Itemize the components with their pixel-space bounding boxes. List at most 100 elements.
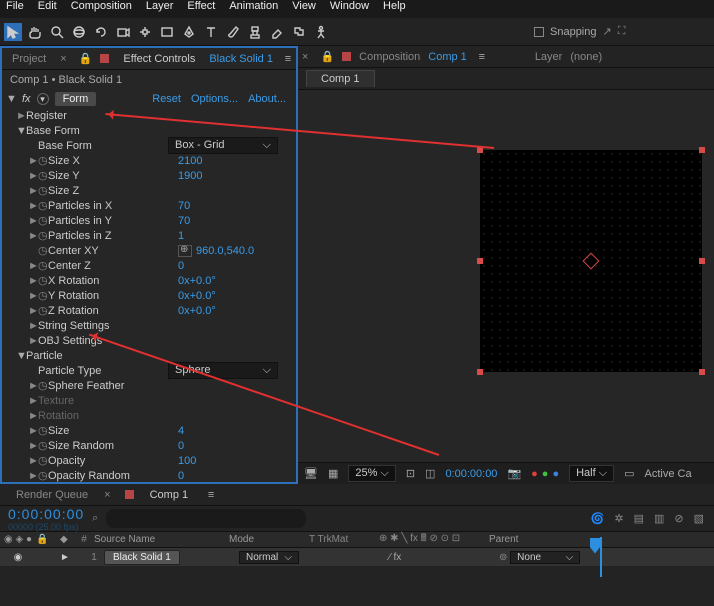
graph-editor-icon[interactable]: ▧ bbox=[694, 512, 704, 525]
close-icon[interactable]: × bbox=[60, 53, 66, 65]
col-num[interactable]: # bbox=[74, 534, 94, 545]
effect-target-link[interactable]: Black Solid 1 bbox=[209, 53, 273, 65]
expand-icon[interactable]: ► bbox=[28, 215, 38, 227]
panel-menu-icon[interactable]: ≡ bbox=[204, 489, 218, 501]
layer-name[interactable]: Black Solid 1 bbox=[104, 550, 180, 565]
base-form-dropdown[interactable]: Box - Grid⌵ bbox=[168, 137, 278, 154]
val-yrot-b[interactable]: +0.0° bbox=[190, 290, 216, 302]
menu-window[interactable]: Window bbox=[330, 0, 369, 18]
expand-icon[interactable]: ► bbox=[28, 155, 38, 167]
expand-icon[interactable]: ▼ bbox=[16, 350, 26, 362]
col-mode[interactable]: Mode bbox=[229, 534, 309, 545]
frame-blend-icon[interactable]: ▥ bbox=[654, 512, 664, 525]
stopwatch-icon[interactable]: ◷ bbox=[38, 379, 48, 392]
orbit-tool[interactable] bbox=[70, 23, 88, 41]
expand-icon[interactable]: ► bbox=[28, 440, 38, 452]
expand-icon[interactable]: ► bbox=[28, 230, 38, 242]
snap-opt-icon[interactable]: ↗ bbox=[603, 25, 612, 38]
effect-toggle-icon[interactable]: ▼ bbox=[6, 93, 16, 105]
stopwatch-icon[interactable]: ◷ bbox=[38, 454, 48, 467]
stopwatch-icon[interactable]: ◷ bbox=[38, 184, 48, 197]
current-timecode[interactable]: 0:00:00:00 bbox=[8, 506, 84, 522]
reset-link[interactable]: Reset bbox=[152, 93, 181, 105]
stopwatch-icon[interactable]: ◷ bbox=[38, 244, 48, 257]
menu-animation[interactable]: Animation bbox=[229, 0, 278, 18]
draft3d-icon[interactable]: ✲ bbox=[614, 512, 623, 525]
val-py[interactable]: 70 bbox=[178, 215, 190, 227]
group-string-settings[interactable]: String Settings bbox=[38, 320, 168, 332]
snapshot-icon[interactable]: 📷 bbox=[507, 467, 521, 480]
menu-view[interactable]: View bbox=[292, 0, 316, 18]
val-center-xy[interactable]: 960.0,540.0 bbox=[196, 245, 254, 257]
region-icon[interactable]: ▭ bbox=[624, 467, 634, 480]
puppet-tool[interactable] bbox=[312, 23, 330, 41]
col-trkmat[interactable]: T TrkMat bbox=[309, 534, 379, 545]
close-icon[interactable]: × bbox=[302, 51, 308, 63]
expand-icon[interactable]: ► bbox=[28, 455, 38, 467]
particle-type-dropdown[interactable]: Sphere⌵ bbox=[168, 362, 278, 379]
selection-tool[interactable] bbox=[4, 23, 22, 41]
panel-menu-icon[interactable]: ≡ bbox=[475, 51, 489, 63]
stopwatch-icon[interactable]: ◷ bbox=[38, 169, 48, 182]
menu-layer[interactable]: Layer bbox=[146, 0, 174, 18]
roto-tool[interactable] bbox=[290, 23, 308, 41]
safe-zone-icon[interactable]: ⊡ bbox=[406, 467, 415, 480]
val-psizer[interactable]: 0 bbox=[178, 440, 184, 452]
comp-subtab[interactable]: Comp 1 bbox=[306, 70, 375, 87]
motion-blur-icon[interactable]: ⊘ bbox=[674, 512, 683, 525]
expand-icon[interactable]: ► bbox=[16, 110, 26, 122]
snapping-checkbox[interactable] bbox=[534, 27, 544, 37]
menu-composition[interactable]: Composition bbox=[71, 0, 132, 18]
camera-tool[interactable] bbox=[114, 23, 132, 41]
val-pz[interactable]: 1 bbox=[178, 230, 184, 242]
val-psize[interactable]: 4 bbox=[178, 425, 184, 437]
lock-icon[interactable]: 🔒 bbox=[79, 52, 93, 65]
shy-icon[interactable]: ▤ bbox=[634, 512, 644, 525]
stopwatch-icon[interactable]: ◷ bbox=[38, 199, 48, 212]
anchor-tool[interactable] bbox=[136, 23, 154, 41]
col-source[interactable]: Source Name bbox=[94, 534, 229, 545]
val-center-z[interactable]: 0 bbox=[178, 260, 184, 272]
expand-icon[interactable]: ► bbox=[28, 185, 38, 197]
resolution-dropdown[interactable]: Half ⌵ bbox=[569, 465, 614, 482]
panel-menu-icon[interactable]: ≡ bbox=[281, 53, 295, 65]
group-base-form[interactable]: Base Form bbox=[26, 125, 156, 137]
timeline-layer-row[interactable]: ◉ ► 1 Black Solid 1 Normal⌵ ⁄ fx ⊚ None⌵ bbox=[0, 548, 714, 566]
menu-effect[interactable]: Effect bbox=[187, 0, 215, 18]
playhead-line[interactable] bbox=[600, 537, 602, 577]
lock-icon[interactable]: 🔒 bbox=[320, 50, 334, 63]
eraser-tool[interactable] bbox=[268, 23, 286, 41]
effect-name[interactable]: Form bbox=[55, 92, 97, 106]
grid-icon[interactable]: ▦ bbox=[328, 467, 338, 480]
expand-icon[interactable]: ► bbox=[28, 290, 38, 302]
stopwatch-icon[interactable]: ◷ bbox=[38, 424, 48, 437]
val-size-x[interactable]: 2100 bbox=[178, 155, 202, 167]
channel-icon[interactable]: ●●● bbox=[531, 468, 559, 480]
expand-icon[interactable]: ► bbox=[28, 380, 38, 392]
parent-pickwhip-icon[interactable]: ⊚ bbox=[499, 552, 507, 563]
mask-icon[interactable]: ◫ bbox=[425, 467, 435, 480]
stopwatch-icon[interactable]: ◷ bbox=[38, 229, 48, 242]
timeline-comp-tab[interactable]: Comp 1 bbox=[144, 487, 195, 503]
text-tool[interactable] bbox=[202, 23, 220, 41]
val-zrot-b[interactable]: +0.0° bbox=[190, 305, 216, 317]
timeline-search-input[interactable] bbox=[106, 509, 306, 528]
val-yrot-a[interactable]: 0x bbox=[178, 290, 190, 302]
parent-dropdown[interactable]: None⌵ bbox=[510, 551, 580, 564]
rect-tool[interactable] bbox=[158, 23, 176, 41]
handle-icon[interactable] bbox=[477, 369, 483, 375]
preview-layer[interactable] bbox=[480, 150, 702, 372]
handle-icon[interactable] bbox=[699, 369, 705, 375]
handle-icon[interactable] bbox=[699, 147, 705, 153]
expand-icon[interactable]: ▼ bbox=[16, 125, 26, 137]
expand-icon[interactable]: ► bbox=[28, 470, 38, 482]
expand-icon[interactable]: ► bbox=[28, 275, 38, 287]
zoom-dropdown[interactable]: 25% ⌵ bbox=[348, 465, 395, 482]
val-xrot-a[interactable]: 0x bbox=[178, 275, 190, 287]
menu-file[interactable]: File bbox=[6, 0, 24, 18]
stopwatch-icon[interactable]: ◷ bbox=[38, 469, 48, 482]
val-zrot-a[interactable]: 0x bbox=[178, 305, 190, 317]
active-camera[interactable]: Active Ca bbox=[644, 468, 691, 480]
expand-icon[interactable]: ► bbox=[28, 305, 38, 317]
col-parent[interactable]: Parent bbox=[489, 534, 589, 545]
